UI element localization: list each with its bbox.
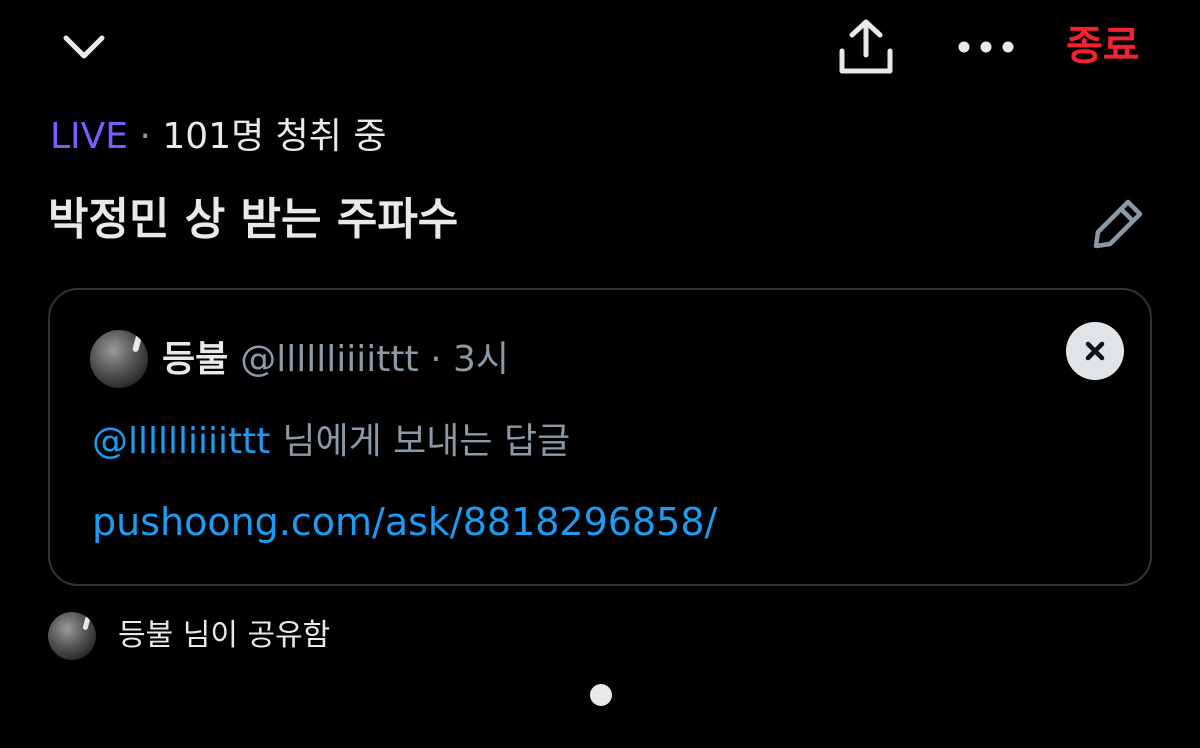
avatar[interactable] xyxy=(90,330,148,388)
close-icon[interactable] xyxy=(1066,322,1124,380)
chevron-down-icon[interactable] xyxy=(56,22,112,72)
more-horizontal-icon[interactable] xyxy=(950,22,1022,72)
author-handle: @lllllliiiittt xyxy=(240,339,419,380)
reply-mention[interactable]: @lllllliiiittt xyxy=(92,421,270,462)
reply-context: @lllllliiiittt 님에게 보내는 답글 xyxy=(92,414,570,470)
share-upload-icon[interactable] xyxy=(830,14,902,80)
reply-text: 님에게 보내는 답글 xyxy=(282,421,571,462)
listener-count: 101명 청취 중 xyxy=(162,116,387,157)
live-label: LIVE xyxy=(50,116,129,157)
space-status: LIVE · 101명 청취 중 xyxy=(50,112,387,162)
pinned-post-card[interactable]: 등불 @lllllliiiittt · 3시 @lllllliiiittt 님에게 … xyxy=(48,288,1152,586)
post-link[interactable]: pushoong.com/ask/8818296858/ xyxy=(92,494,717,550)
meta-separator: · xyxy=(430,339,442,380)
pencil-icon[interactable] xyxy=(1082,188,1154,260)
author-name[interactable]: 등불 xyxy=(162,339,228,380)
space-title: 박정민 상 받는 주파수 xyxy=(48,194,459,245)
status-separator: · xyxy=(139,116,151,157)
avatar[interactable] xyxy=(48,612,96,660)
space-screen: 종료 LIVE · 101명 청취 중 박정민 상 받는 주파수 등불 @llll… xyxy=(0,0,1200,748)
end-space-button[interactable]: 종료 xyxy=(1066,18,1140,74)
post-time: 3시 xyxy=(452,339,510,380)
post-meta: 등불 @lllllliiiittt · 3시 xyxy=(162,334,509,386)
shared-by-text: 등불 님이 공유함 xyxy=(118,618,331,653)
page-indicator-dot xyxy=(590,684,612,706)
